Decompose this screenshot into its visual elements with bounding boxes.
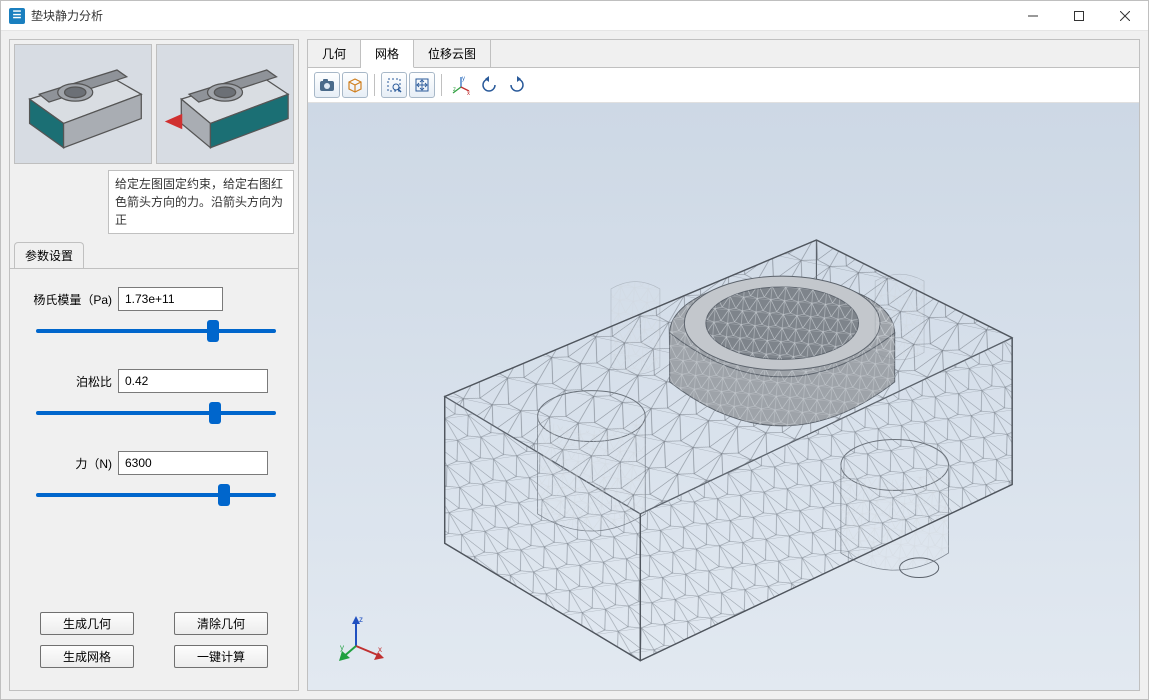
clear-geometry-button[interactable]: 清除几何 [174,612,268,635]
generate-geometry-button[interactable]: 生成几何 [40,612,134,635]
close-button[interactable] [1102,1,1148,31]
svg-text:y: y [340,643,344,652]
description-text: 给定左图固定约束，给定右图红色箭头方向的力。沿箭头方向为正 [108,170,294,234]
rotate-cw-icon[interactable] [504,72,530,98]
window-title: 垫块静力分析 [31,7,1010,24]
youngs-modulus-input[interactable] [118,287,223,311]
viewport-3d[interactable]: z x y [308,103,1139,690]
force-input[interactable] [118,451,268,475]
rotate-ccw-icon[interactable] [476,72,502,98]
poisson-label: 泊松比 [22,373,112,390]
zoom-window-icon[interactable] [381,72,407,98]
mesh-rendering [308,103,1139,690]
generate-mesh-button[interactable]: 生成网格 [40,645,134,668]
bounds-icon[interactable] [342,72,368,98]
axes-toggle-icon[interactable]: yz x [448,72,474,98]
axis-triad: z x y [338,612,388,662]
titlebar: ☰ 垫块静力分析 [1,1,1148,31]
svg-text:z: z [359,615,363,624]
force-arrow-icon [165,114,182,130]
poisson-input[interactable] [118,369,268,393]
compute-button[interactable]: 一键计算 [174,645,268,668]
force-label: 力（N) [22,455,112,472]
app-icon: ☰ [9,8,25,24]
tab-geometry[interactable]: 几何 [308,40,361,67]
svg-text:z: z [453,87,456,93]
force-slider[interactable] [36,493,276,497]
maximize-button[interactable] [1056,1,1102,31]
svg-text:y: y [462,76,465,82]
minimize-button[interactable] [1010,1,1056,31]
tab-displacement[interactable]: 位移云图 [414,40,491,67]
poisson-slider[interactable] [36,411,276,415]
screenshot-icon[interactable] [314,72,340,98]
svg-text:x: x [378,645,382,654]
svg-text:x: x [467,91,470,95]
thumbnail-fixed-constraint[interactable] [14,44,152,164]
tab-parameters[interactable]: 参数设置 [14,242,84,268]
youngs-modulus-label: 杨氏模量（Pa) [22,291,112,308]
fit-view-icon[interactable] [409,72,435,98]
thumbnail-force-arrow[interactable] [156,44,294,164]
youngs-modulus-slider[interactable] [36,329,276,333]
tab-mesh[interactable]: 网格 [361,40,414,68]
